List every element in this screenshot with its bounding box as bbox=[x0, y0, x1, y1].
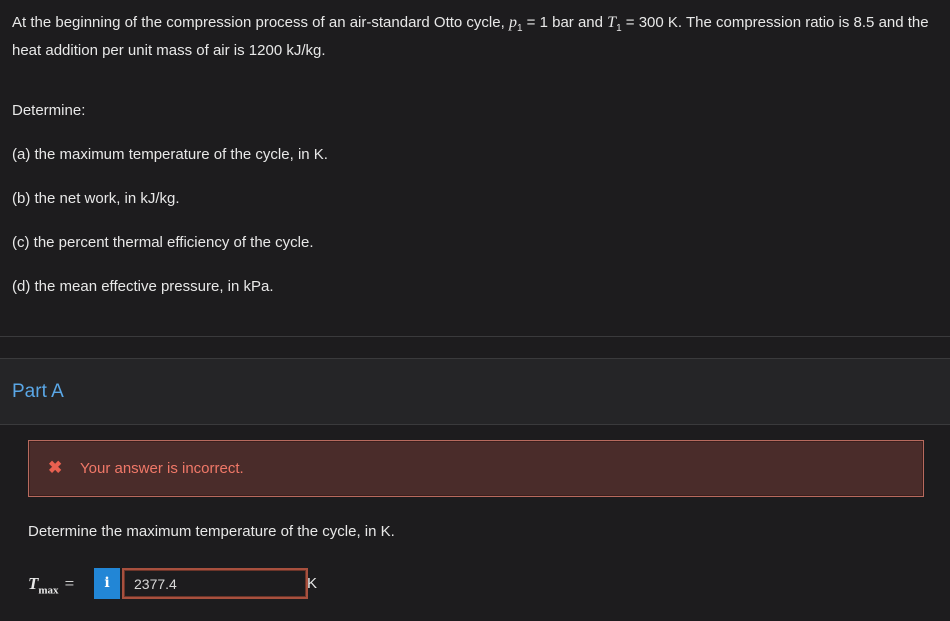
item-c: (c) the percent thermal efficiency of th… bbox=[12, 234, 314, 251]
answer-input[interactable] bbox=[122, 568, 308, 599]
part-title: Part A bbox=[12, 381, 64, 402]
error-message: Your answer is incorrect. bbox=[80, 460, 244, 477]
problem-statement: At the beginning of the compression proc… bbox=[0, 0, 950, 337]
item-d: (d) the mean effective pressure, in kPa. bbox=[12, 278, 274, 295]
answer-row: Tmax = i K bbox=[28, 568, 428, 600]
pressure-symbol: p bbox=[508, 14, 517, 31]
equals-sign: = bbox=[64, 574, 75, 593]
part-header: Part A bbox=[0, 358, 950, 425]
question-text: Determine the maximum temperature of the… bbox=[28, 523, 395, 540]
intro-text-2: = 1 bar and bbox=[522, 14, 608, 31]
error-feedback-box: ✖ Your answer is incorrect. bbox=[28, 440, 924, 497]
variable-subscript: max bbox=[38, 584, 59, 597]
temperature-symbol: T bbox=[607, 14, 617, 31]
problem-intro: At the beginning of the compression proc… bbox=[12, 12, 940, 62]
determine-label: Determine: bbox=[12, 102, 86, 119]
unit-label: K bbox=[307, 575, 318, 592]
item-b: (b) the net work, in kJ/kg. bbox=[12, 190, 180, 207]
variable-label: Tmax = bbox=[28, 574, 74, 596]
variable-symbol: T bbox=[28, 574, 39, 593]
intro-text-1: At the beginning of the compression proc… bbox=[12, 14, 509, 31]
item-a: (a) the maximum temperature of the cycle… bbox=[12, 146, 328, 163]
info-icon[interactable]: i bbox=[94, 568, 120, 599]
close-x-icon: ✖ bbox=[48, 458, 63, 477]
